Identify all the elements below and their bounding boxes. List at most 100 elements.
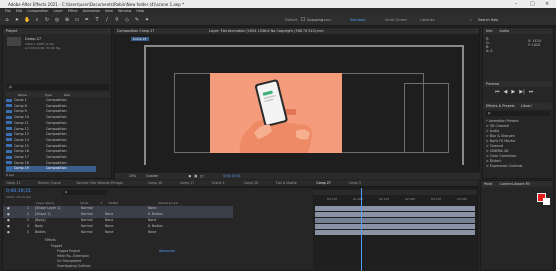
layer-mode[interactable]: Normal [81,212,93,216]
col-type[interactable]: Type [45,93,52,97]
timeline-tab[interactable]: Scene 1 [212,181,225,186]
puppet-tool-icon[interactable]: ✦ [144,17,150,23]
col-trkmat[interactable]: TrkMat [108,201,118,205]
col-t[interactable]: T [100,201,102,205]
col-parent[interactable]: Parent & Link [158,201,178,205]
timeline-layer-row[interactable]: ● 5 Bodies Normal None None [3,230,233,236]
play-icon[interactable]: ▶ [511,89,515,95]
grid-icon[interactable]: ▦ [194,174,197,178]
menu-view[interactable]: View [105,9,113,13]
layer-parent[interactable]: None [148,230,156,234]
first-frame-icon[interactable]: ⏮ [495,89,500,95]
timeline-tab[interactable]: Comp 3 [348,181,360,186]
home-icon[interactable]: ⌂ [4,17,10,23]
eye-icon[interactable]: ● [7,230,10,234]
col-name[interactable]: Name [18,93,27,97]
camera-icon[interactable]: ◉ [188,174,191,178]
menu-layer[interactable]: Layer [53,9,62,13]
timeline-tab[interactable]: Sample Hills Website Pimage [76,181,122,186]
zoom-dropdown[interactable]: 25% [129,174,136,178]
effect-category[interactable]: > 3D Channel [486,124,509,128]
layer-name[interactable]: Body [35,224,43,228]
timeline-tab[interactable]: Comp 21 [6,181,20,186]
project-search-input[interactable]: ρ. [7,84,109,90]
effect-category[interactable]: > CINEMA 4D [486,149,508,153]
menu-window[interactable]: Window [118,9,131,13]
info-tab-label[interactable]: Info [486,29,492,33]
maximize-button[interactable]: □ [530,1,535,7]
eye-icon[interactable]: ● [7,212,10,216]
audio-tab-label[interactable]: Audio [500,29,510,33]
zoom-tool-icon[interactable]: ⌕ [34,17,40,23]
resolution-dropdown[interactable]: Quarter [146,174,158,178]
work-area-bar[interactable] [313,190,477,195]
workspace-learn[interactable]: Learn [322,18,331,22]
workspace-default[interactable]: Default [285,18,297,22]
paint-tab[interactable]: Paint [484,182,492,186]
puppet-engine-value[interactable]: Advanced [159,249,175,253]
preview-tab[interactable]: Preview [483,81,553,87]
layer-bar[interactable] [315,212,475,217]
puppet-effect[interactable]: Puppet [51,244,62,248]
layer-bar[interactable] [315,224,475,229]
effect-category[interactable]: > Boris FX Mocha [486,139,515,143]
search-help-label[interactable]: Search Help [478,18,498,22]
menu-file[interactable]: File [5,9,11,13]
search-help-icon[interactable]: ⌕ [470,18,472,22]
eye-icon[interactable]: ● [7,224,10,228]
effect-category[interactable]: > Expression Controls [486,164,522,168]
playhead[interactable] [361,188,362,271]
libraries-tab[interactable]: Librari [521,104,532,108]
eye-icon[interactable]: ● [7,218,10,222]
eraser-tool-icon[interactable]: ◇ [124,17,130,23]
background-color-swatch[interactable] [543,198,550,205]
selection-tool-icon[interactable]: ➤ [14,17,20,23]
layer-name[interactable]: [Shape Layer 1] [35,206,60,210]
layer-bar[interactable] [315,206,475,211]
col-mode[interactable]: Mode [80,201,88,205]
timeline-tab[interactable]: Render Queue [38,181,61,186]
mask-icon[interactable]: ◫ [200,174,203,178]
eye-icon[interactable]: ● [7,206,10,210]
timeline-tab[interactable]: Comp 26 [244,181,258,186]
timeline-timecode[interactable]: 0;00;19;21 [6,189,31,194]
effect-category[interactable]: > Blur & Sharpen [486,134,515,138]
close-button[interactable]: × [545,1,549,7]
stamp-tool-icon[interactable]: ⚲ [114,17,120,23]
effects-search-input[interactable]: ρ. [486,111,550,116]
rotate-tool-icon[interactable]: ↻ [44,17,50,23]
pen-tool-icon[interactable]: ✒ [84,17,90,23]
timeline-tab[interactable]: Flat & Mobile [276,181,297,186]
viewer-comp-label[interactable]: Comp 27 [131,37,149,41]
col-layer-name[interactable]: Layer Name [36,201,54,205]
layer-mode[interactable]: Normal [81,224,93,228]
layer-mode[interactable]: Normal [81,230,93,234]
effect-category[interactable]: > Distort [486,159,501,163]
rectangle-tool-icon[interactable]: ▭ [74,17,80,23]
viewer-timecode[interactable]: 0;00;19;21 [223,174,240,178]
layer-parent[interactable]: 8. Bodies [148,212,163,216]
timeline-graph[interactable]: 00:15f 01:00f 01:15f 02:00f 02:15f 03:00f [313,188,477,271]
snapping-checkbox-icon[interactable]: ☐ [300,17,306,23]
menu-help[interactable]: Help [136,9,144,13]
effect-category[interactable]: > Color Correction [486,154,517,158]
workspace-small-screen[interactable]: Small Screen [385,18,407,22]
workspace-libraries[interactable]: Libraries [420,18,435,22]
type-tool-icon[interactable]: T [94,17,100,23]
pan-behind-tool-icon[interactable]: ⊕ [64,17,70,23]
layer-parent[interactable]: None [148,206,156,210]
menu-edit[interactable]: Edit [16,9,23,13]
layer-mode[interactable]: Normal [81,206,93,210]
effects-presets-tab[interactable]: Effects & Presets [486,104,515,108]
effect-category[interactable]: * Animation Presets [486,119,519,123]
roto-tool-icon[interactable]: ✎ [134,17,140,23]
effect-category[interactable]: > Channel [486,144,503,148]
project-item[interactable]: Comp 19 Composition [6,166,96,173]
menu-animation[interactable]: Animation [83,9,100,13]
effects-group[interactable]: Effects [45,238,56,242]
camera-tool-icon[interactable]: ◎ [54,17,60,23]
layer-bar[interactable] [315,218,475,223]
content-aware-fill-tab[interactable]: Content-Aware Fill [499,182,530,186]
layer-bar[interactable] [315,230,475,235]
viewer-tab[interactable]: Composition Comp 27 [117,29,155,33]
